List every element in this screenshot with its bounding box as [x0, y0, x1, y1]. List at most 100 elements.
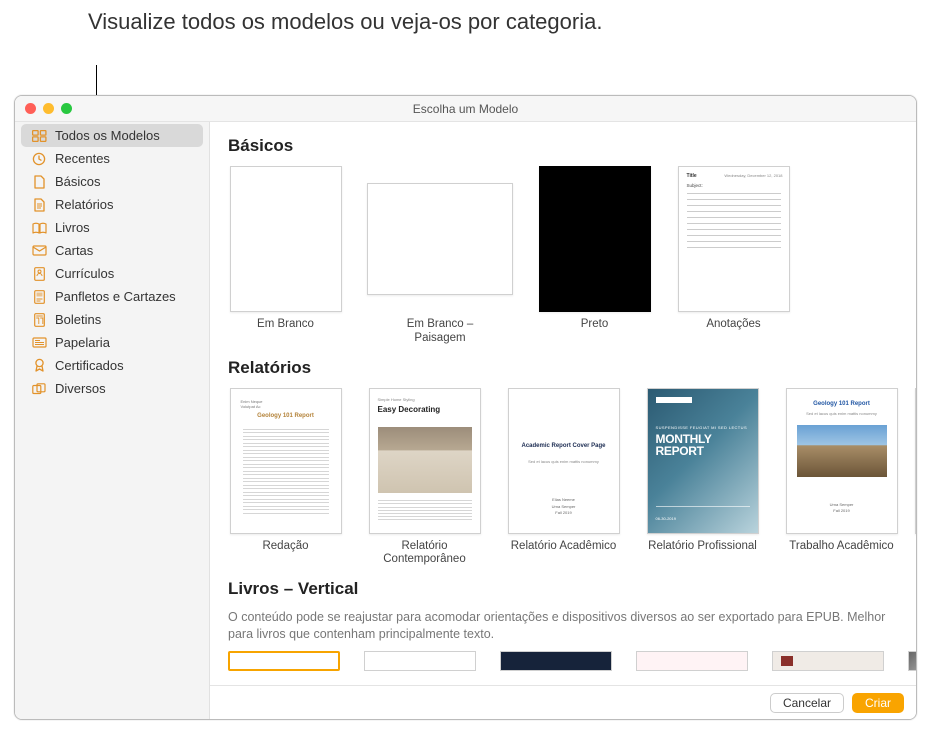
doc-icon: [31, 175, 47, 189]
doc-text-icon: [31, 198, 47, 212]
sidebar-item-books[interactable]: Livros: [21, 216, 203, 239]
callout-text: Visualize todos os modelos ou veja-os po…: [88, 8, 602, 36]
create-button[interactable]: Criar: [852, 693, 904, 713]
template-thumb: [539, 166, 651, 312]
template-peek[interactable]: [915, 388, 916, 534]
basics-row: Em Branco Em Branco – Paisagem Preto Tit…: [228, 166, 916, 346]
titlebar: Escolha um Modelo: [15, 96, 916, 122]
sidebar: Todos os Modelos Recentes Básicos Relató…: [15, 122, 210, 719]
template-thumb: [230, 166, 342, 312]
window-title: Escolha um Modelo: [15, 102, 916, 116]
sidebar-item-reports[interactable]: Relatórios: [21, 193, 203, 216]
sidebar-item-all-templates[interactable]: Todos os Modelos: [21, 124, 203, 147]
template-thumb: [367, 183, 513, 295]
template-termpaper[interactable]: Geology 101 Report Sed et lacus quis eni…: [784, 388, 899, 568]
columns-icon: [31, 313, 47, 327]
person-icon: [31, 267, 47, 281]
section-title-basics: Básicos: [228, 136, 916, 156]
poster-icon: [31, 290, 47, 304]
sidebar-item-newsletters[interactable]: Boletins: [21, 308, 203, 331]
sidebar-item-basics[interactable]: Básicos: [21, 170, 203, 193]
template-professional[interactable]: SUSPENDISSE FEUGIAT MI SED LECTUS MONTHL…: [645, 388, 760, 568]
sidebar-item-label: Boletins: [55, 312, 101, 327]
sidebar-item-misc[interactable]: Diversos: [21, 377, 203, 400]
reports-row: Enim NequeVolutpat Ac Geology 101 Report…: [228, 388, 916, 568]
thumb-text: Sed et lacus quis enim mattis nonummy: [509, 459, 619, 464]
template-book-5[interactable]: [772, 651, 884, 671]
sidebar-item-label: Recentes: [55, 151, 110, 166]
template-label: Preto: [535, 318, 655, 332]
diverse-icon: [31, 382, 47, 396]
sidebar-item-label: Certificados: [55, 358, 124, 373]
template-label: Em Branco – Paisagem: [380, 318, 500, 346]
template-label: Relatório Profissional: [643, 540, 763, 554]
sidebar-item-label: Diversos: [55, 381, 106, 396]
template-book-3[interactable]: [500, 651, 612, 671]
sidebar-item-label: Relatórios: [55, 197, 114, 212]
template-label: Redação: [228, 540, 346, 554]
template-thumb: Simple Home Styling Easy Decorating: [369, 388, 481, 534]
cancel-button[interactable]: Cancelar: [770, 693, 844, 713]
template-thumb: Academic Report Cover Page Sed et lacus …: [508, 388, 620, 534]
template-book-4[interactable]: [636, 651, 748, 671]
template-notes[interactable]: Title Wednesday, December 12, 2018 Subje…: [676, 166, 791, 346]
template-blank[interactable]: Em Branco: [228, 166, 343, 346]
template-label: Relatório Contemporâneo: [365, 540, 485, 568]
template-label: Anotações: [674, 318, 794, 332]
thumb-text: Simple Home Styling: [378, 397, 415, 402]
sidebar-item-label: Todos os Modelos: [55, 128, 160, 143]
badge-icon: [31, 359, 47, 373]
sidebar-item-label: Currículos: [55, 266, 114, 281]
sidebar-item-letters[interactable]: Cartas: [21, 239, 203, 262]
thumb-text: Easy Decorating: [378, 405, 441, 414]
books-row: [228, 651, 916, 671]
thumb-text: Title: [687, 173, 697, 179]
template-contemporary[interactable]: Simple Home Styling Easy Decorating Rela…: [367, 388, 482, 568]
template-chooser-window: Escolha um Modelo Todos os Modelos Recen…: [14, 95, 917, 720]
sidebar-item-label: Básicos: [55, 174, 101, 189]
template-label: Trabalho Acadêmico: [782, 540, 902, 554]
thumb-text: Geology 101 Report: [231, 413, 341, 419]
thumb-text: Subject:: [687, 183, 703, 188]
window-controls: [15, 103, 72, 114]
template-book-2[interactable]: [364, 651, 476, 671]
template-book-6[interactable]: [908, 651, 916, 671]
sidebar-item-certificates[interactable]: Certificados: [21, 354, 203, 377]
template-black[interactable]: Preto: [537, 166, 652, 346]
template-book-1[interactable]: [228, 651, 340, 671]
thumb-text: Geology 101 Report: [787, 401, 897, 407]
book-icon: [31, 221, 47, 235]
template-label: Relatório Acadêmico: [504, 540, 624, 554]
template-label: Em Branco: [228, 318, 346, 332]
template-thumb: Enim NequeVolutpat Ac Geology 101 Report: [230, 388, 342, 534]
thumb-text: Wednesday, December 12, 2018: [724, 173, 782, 178]
close-icon[interactable]: [25, 103, 36, 114]
sidebar-item-recents[interactable]: Recentes: [21, 147, 203, 170]
footer: Cancelar Criar: [210, 685, 916, 719]
section-subtitle-books: O conteúdo pode se reajustar para acomod…: [228, 609, 896, 643]
envelope-icon: [31, 244, 47, 258]
template-blank-landscape[interactable]: Em Branco – Paisagem: [367, 166, 513, 346]
template-scroll-area[interactable]: Básicos Em Branco Em Branco – Paisagem P…: [210, 122, 916, 685]
template-thumb: Title Wednesday, December 12, 2018 Subje…: [678, 166, 790, 312]
template-academic[interactable]: Academic Report Cover Page Sed et lacus …: [506, 388, 621, 568]
sidebar-item-label: Papelaria: [55, 335, 110, 350]
template-thumb: SUSPENDISSE FEUGIAT MI SED LECTUS MONTHL…: [647, 388, 759, 534]
sidebar-item-label: Panfletos e Cartazes: [55, 289, 176, 304]
sidebar-item-resumes[interactable]: Currículos: [21, 262, 203, 285]
sidebar-item-stationery[interactable]: Papelaria: [21, 331, 203, 354]
thumb-text: Academic Report Cover Page: [509, 443, 619, 449]
section-title-books: Livros – Vertical: [228, 579, 916, 599]
main-panel: Básicos Em Branco Em Branco – Paisagem P…: [210, 122, 916, 719]
stationery-icon: [31, 336, 47, 350]
sidebar-item-flyers[interactable]: Panfletos e Cartazes: [21, 285, 203, 308]
minimize-icon[interactable]: [43, 103, 54, 114]
section-title-reports: Relatórios: [228, 358, 916, 378]
grid-icon: [31, 129, 47, 143]
fullscreen-icon[interactable]: [61, 103, 72, 114]
sidebar-item-label: Cartas: [55, 243, 93, 258]
template-essay[interactable]: Enim NequeVolutpat Ac Geology 101 Report…: [228, 388, 343, 568]
clock-icon: [31, 152, 47, 166]
sidebar-item-label: Livros: [55, 220, 90, 235]
thumb-text: SUSPENDISSE FEUGIAT MI SED LECTUS: [656, 425, 748, 430]
